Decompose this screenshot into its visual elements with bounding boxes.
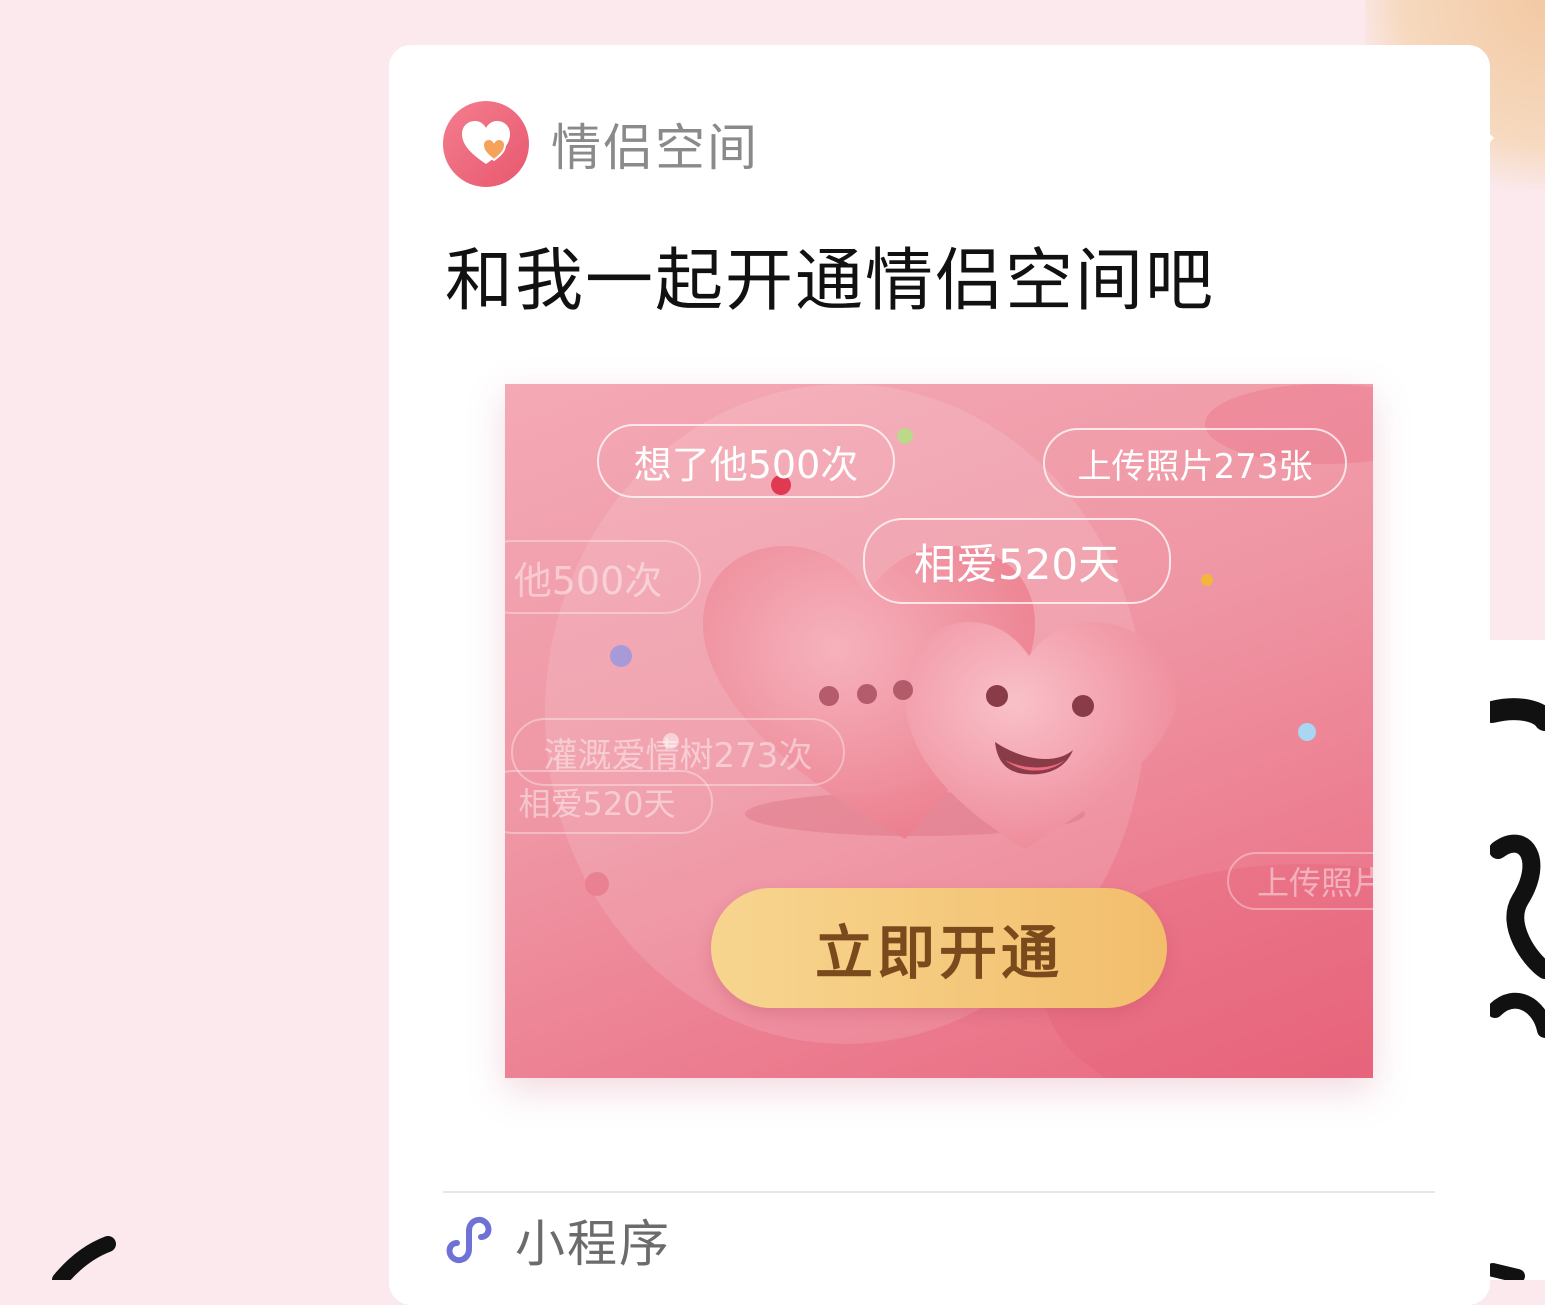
bubble-love-days-faded: 相爱520天 [505,770,713,834]
bubble-love-days: 相爱520天 [863,518,1171,604]
heart-logo-icon [443,101,529,187]
bubble-thought-count: 想了他500次 [597,424,895,498]
share-title: 和我一起开通情侣空间吧 [445,242,1216,321]
preview-image[interactable]: 想了他500次 上传照片273张 相爱520天 他500次 灌溉爱情树273次 … [505,384,1373,1078]
footer-divider [443,1191,1435,1193]
bubble-photo-count: 上传照片273张 [1043,428,1347,498]
app-header: 情侣空间 [443,100,759,188]
app-name: 情侣空间 [551,119,759,177]
mini-program-share-card[interactable]: 情侣空间 和我一起开通情侣空间吧 想了他500次 上传照片273张 相爱520天… [389,45,1490,1305]
card-footer: 小程序 [443,1205,671,1275]
bubble-thought-count-faded: 他500次 [505,540,701,614]
activate-now-button[interactable]: 立即开通 [711,888,1167,1008]
bubble-photo-faded: 上传照片 [1227,852,1373,910]
mini-program-label: 小程序 [515,1215,671,1273]
mini-program-icon [446,1216,492,1264]
